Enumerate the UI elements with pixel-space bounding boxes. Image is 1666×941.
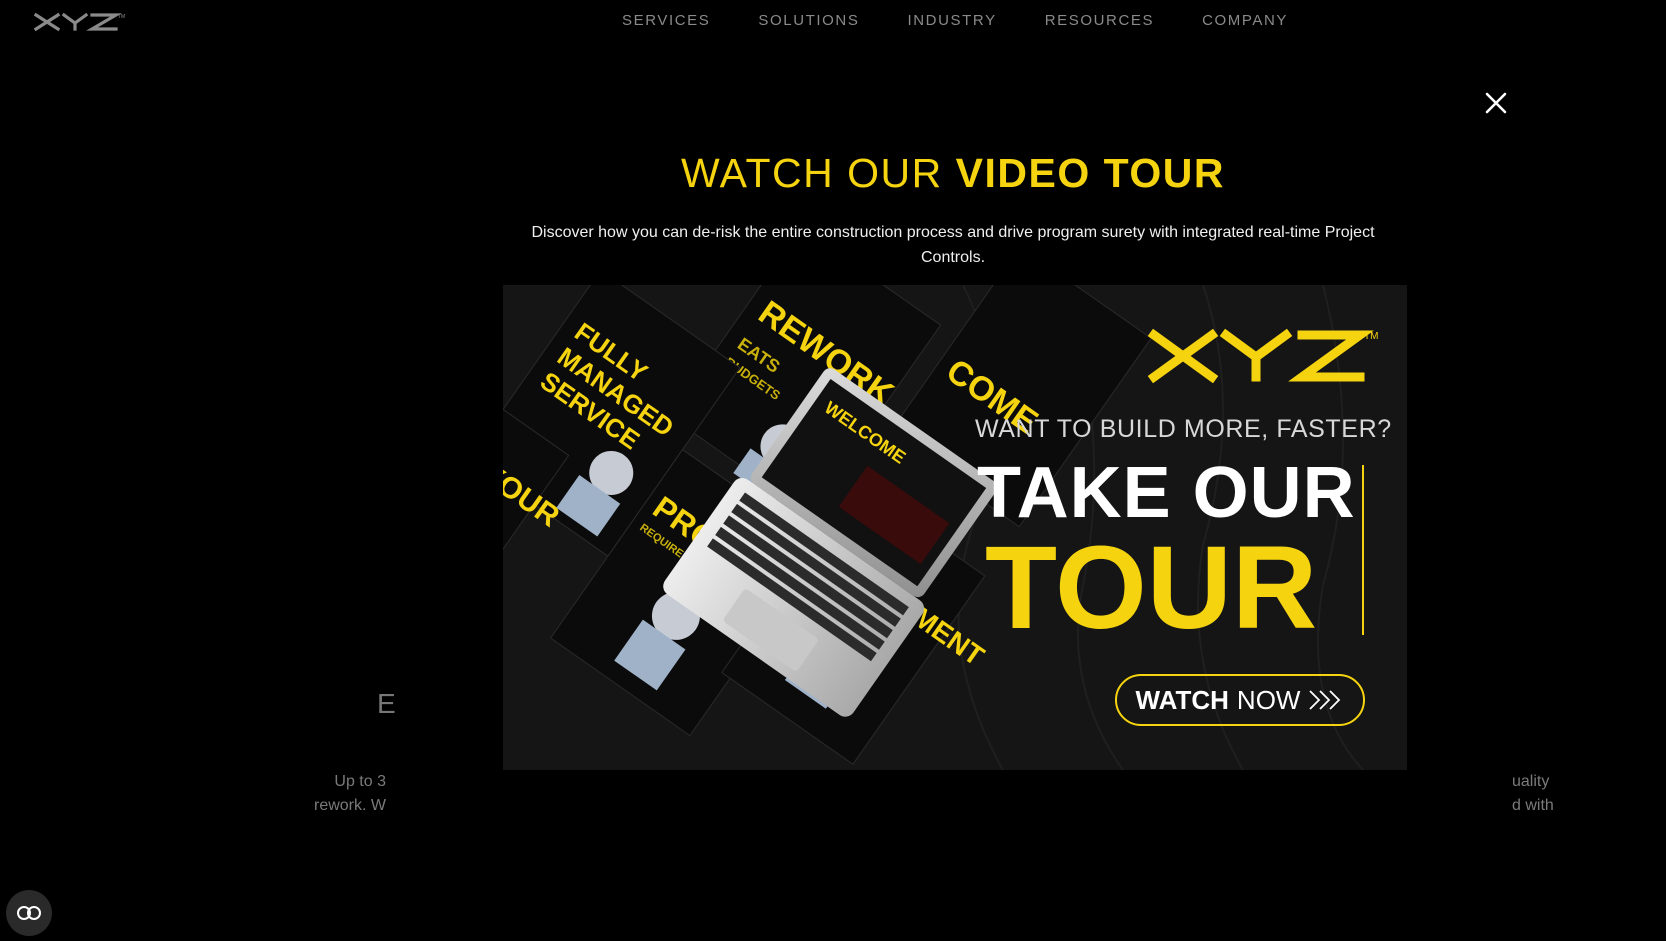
nav-solutions[interactable]: SOLUTIONS [758,11,859,31]
chevrons-right-icon [1309,690,1341,710]
accessibility-icon [17,906,41,920]
modal-title: WATCH OUR VIDEO TOUR [680,150,1226,196]
video-thumbnail[interactable]: REWORK EATS BUDGETS FULLY MANAGED SERVIC… [503,285,1407,770]
modal-description: Discover how you can de-risk the entire … [531,224,1375,266]
svg-text:TM: TM [1364,331,1378,342]
nav-resources[interactable]: RESOURCES [1045,11,1154,31]
accessibility-button[interactable] [6,890,52,936]
close-icon[interactable] [1483,90,1509,116]
video-headline-tour: TOUR [985,522,1318,654]
main-nav: SERVICES SOLUTIONS INDUSTRY RESOURCES CO… [622,11,1336,31]
background-heading-fragment: E [377,688,396,719]
video-headline-take-our: TAKE OUR [977,453,1356,533]
video-xyz-logo: TM [1147,328,1378,384]
watch-now-button[interactable]: WATCH NOW [1115,674,1365,726]
nav-services[interactable]: SERVICES [622,11,710,31]
video-accent-bar [1362,465,1364,635]
background-text-left: Up to 3 rework. W [314,773,386,814]
xyz-logo[interactable]: TM [34,12,126,32]
svg-text:TM: TM [118,14,125,20]
background-text-right: uality d with [1512,773,1554,814]
nav-company[interactable]: COMPANY [1202,11,1288,31]
nav-industry[interactable]: INDUSTRY [907,11,996,31]
video-tagline: WANT TO BUILD MORE, FASTER? [975,415,1392,443]
